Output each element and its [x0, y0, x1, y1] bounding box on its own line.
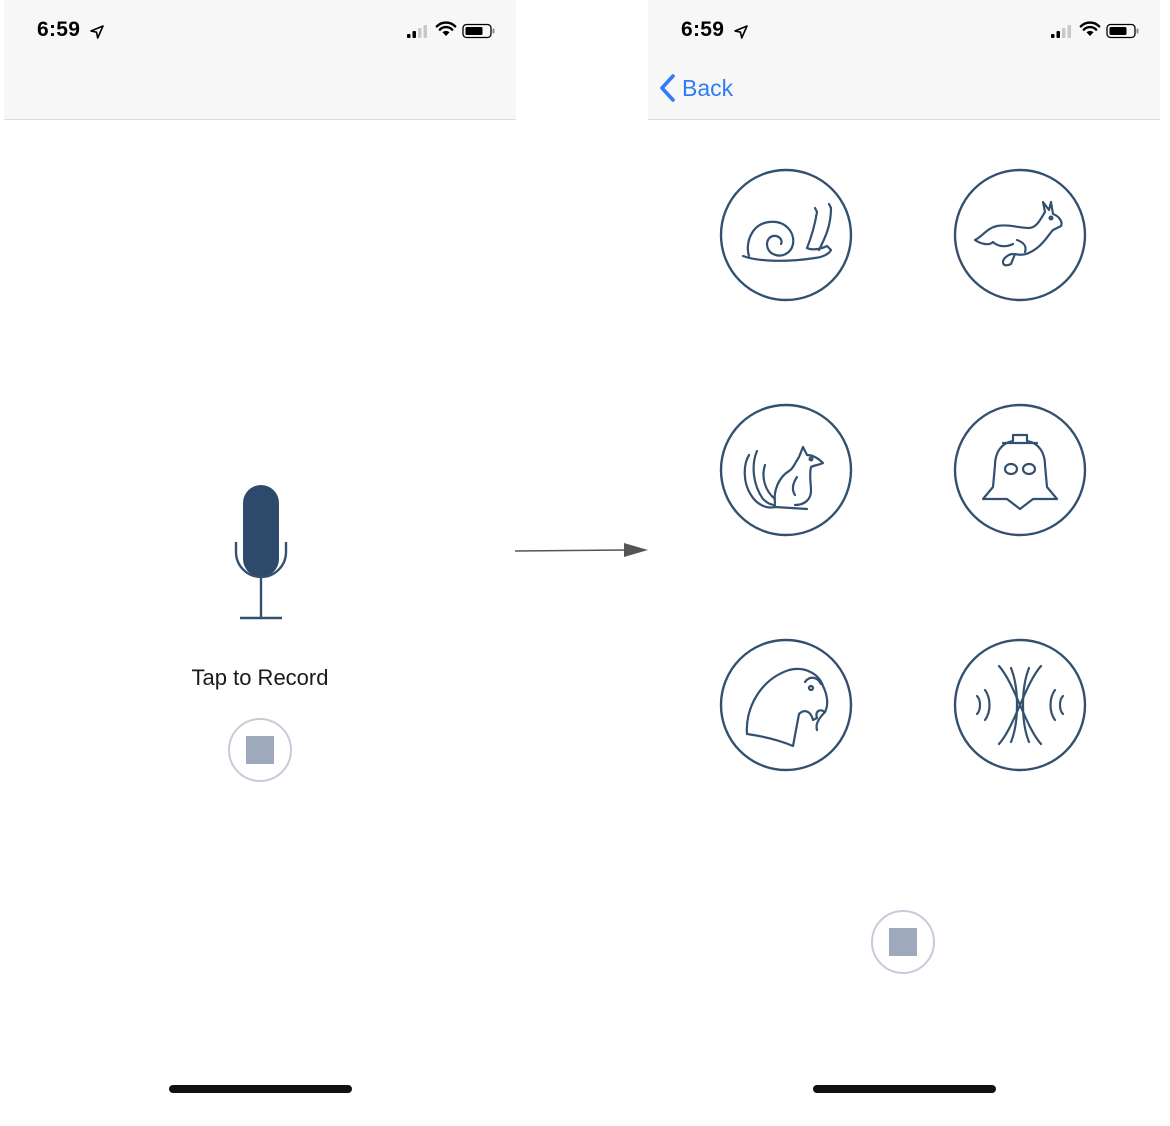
cellular-signal-icon	[1051, 25, 1071, 38]
microphone-icon[interactable]	[226, 482, 296, 629]
status-time: 6:59	[681, 18, 725, 41]
cellular-signal-icon	[407, 25, 427, 38]
stop-icon	[889, 928, 917, 956]
stop-icon	[246, 736, 274, 764]
snail-effect-button[interactable]	[719, 168, 853, 302]
rabbit-effect-button[interactable]	[953, 168, 1087, 302]
stop-button[interactable]	[871, 910, 935, 974]
helmet-effect-button[interactable]	[953, 403, 1087, 537]
home-indicator[interactable]	[813, 1085, 996, 1093]
effects-screen: 6:59 Back	[648, 0, 1160, 1126]
location-arrow-icon	[734, 25, 748, 39]
squirrel-icon	[719, 403, 853, 537]
battery-icon	[1106, 23, 1139, 39]
location-arrow-icon	[90, 25, 104, 39]
echo-effect-button[interactable]	[953, 638, 1087, 772]
flow-arrow-icon	[514, 543, 648, 557]
back-label: Back	[682, 74, 734, 101]
wifi-icon	[1079, 21, 1101, 36]
squirrel-effect-button[interactable]	[719, 403, 853, 537]
rabbit-icon	[953, 168, 1087, 302]
wifi-icon	[435, 21, 457, 36]
stop-button[interactable]	[228, 718, 292, 782]
status-time: 6:59	[37, 18, 81, 41]
home-indicator[interactable]	[169, 1085, 352, 1093]
back-button[interactable]: Back	[658, 70, 733, 106]
battery-icon	[462, 23, 495, 39]
tap-to-record-label: Tap to Record	[191, 665, 329, 690]
parrot-icon	[719, 638, 853, 772]
chevron-left-icon	[660, 74, 675, 102]
echo-icon	[953, 638, 1087, 772]
snail-icon	[719, 168, 853, 302]
record-screen: 6:59 Tap to Record	[4, 0, 516, 1126]
helmet-icon	[953, 403, 1087, 537]
status-bar: 6:59	[648, 0, 1160, 60]
parrot-effect-button[interactable]	[719, 638, 853, 772]
status-bar: 6:59	[4, 0, 516, 60]
